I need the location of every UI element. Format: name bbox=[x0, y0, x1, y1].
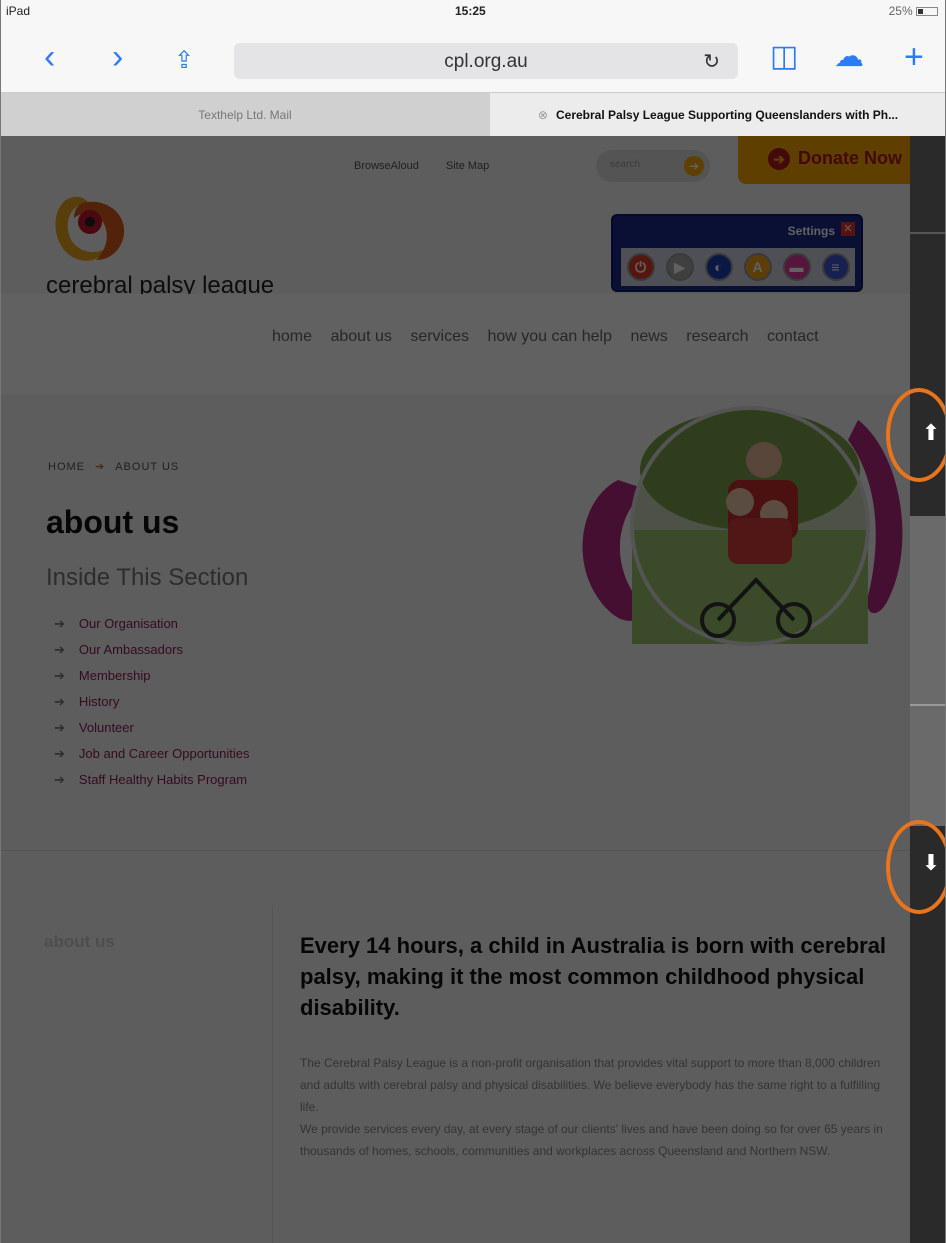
battery-icon bbox=[916, 7, 938, 16]
battery-indicator: 25% bbox=[889, 4, 938, 18]
submenu-label: Our Organisation bbox=[78, 616, 178, 631]
panel-separator bbox=[910, 704, 946, 706]
panel-separator bbox=[910, 232, 946, 234]
breadcrumb-arrow-icon: ➔ bbox=[95, 461, 106, 473]
search-go-icon[interactable]: ➔ bbox=[684, 156, 704, 176]
arrow-icon: ➔ bbox=[54, 616, 65, 631]
tab-label: Texthelp Ltd. Mail bbox=[198, 108, 292, 122]
site-map-link[interactable]: Site Map bbox=[446, 160, 489, 172]
text-size-icon[interactable]: A bbox=[743, 253, 772, 281]
submenu-item[interactable]: ➔ Job and Career Opportunities bbox=[54, 746, 249, 772]
submenu-item[interactable]: ➔ History bbox=[54, 694, 249, 720]
settings-label[interactable]: Settings bbox=[788, 224, 835, 238]
donate-label: Donate Now bbox=[798, 148, 903, 168]
tab-cerebral-palsy-league[interactable]: ⊗ Cerebral Palsy League Supporting Queens… bbox=[490, 93, 946, 137]
new-tab-icon[interactable]: + bbox=[904, 40, 924, 74]
tab-label: Cerebral Palsy League Supporting Queensl… bbox=[555, 108, 899, 122]
cpl-logo-icon[interactable] bbox=[48, 190, 132, 270]
submenu-label: Membership bbox=[78, 668, 151, 683]
hero-family-photo bbox=[582, 406, 903, 646]
tab-texthelp-mail[interactable]: Texthelp Ltd. Mail bbox=[0, 93, 490, 137]
sidebar-section-label: about us bbox=[44, 932, 115, 951]
arrow-icon: ➔ bbox=[54, 694, 65, 709]
section-menu: ➔ Our Organisation ➔ Our Ambassadors ➔ Memb… bbox=[54, 616, 249, 798]
arrow-icon: ➔ bbox=[54, 746, 65, 761]
scroll-down-icon[interactable]: ⬇ bbox=[918, 850, 944, 876]
forward-icon[interactable]: › bbox=[112, 40, 123, 74]
submenu-item[interactable]: ➔ Our Organisation bbox=[54, 616, 249, 642]
device-label: iPad bbox=[6, 4, 31, 18]
arrow-icon: ➔ bbox=[54, 668, 65, 683]
nav-news[interactable]: news bbox=[630, 328, 667, 345]
power-icon[interactable]: ⏻ bbox=[626, 253, 655, 281]
utility-links: BrowseAloud Site Map bbox=[354, 160, 513, 172]
browsealoud-link[interactable]: BrowseAloud bbox=[354, 160, 419, 172]
intro-paragraph-1: The Cerebral Palsy League is a non-profi… bbox=[300, 1056, 881, 1114]
submenu-label: Job and Career Opportunities bbox=[78, 746, 250, 761]
submenu-label: Staff Healthy Habits Program bbox=[78, 772, 248, 787]
reload-icon[interactable]: ↻ bbox=[703, 49, 720, 74]
section-heading: Inside This Section bbox=[46, 564, 249, 591]
address-bar[interactable]: cpl.org.au ↻ bbox=[234, 43, 738, 79]
donate-arrow-icon: ➔ bbox=[768, 148, 790, 170]
highlight-icon[interactable]: ▬ bbox=[782, 253, 811, 281]
browser-toolbar: ‹ › ⇪ cpl.org.au ↻ ◫ ☁ + bbox=[0, 22, 946, 92]
url-text: cpl.org.au bbox=[444, 51, 528, 72]
back-icon[interactable]: ‹ bbox=[44, 40, 55, 74]
arrow-icon: ➔ bbox=[54, 642, 65, 657]
nav-about-us[interactable]: about us bbox=[330, 328, 391, 345]
intro-headline: Every 14 hours, a child in Australia is … bbox=[300, 933, 887, 1020]
breadcrumb: HOME ➔ ABOUT US bbox=[48, 460, 179, 473]
status-bar: iPad 15:25 25% bbox=[0, 0, 946, 22]
breadcrumb-current: ABOUT US bbox=[115, 461, 180, 473]
cloud-tabs-icon[interactable]: ☁ bbox=[834, 40, 864, 74]
page-title: about us bbox=[46, 504, 180, 540]
submenu-item[interactable]: ➔ Membership bbox=[54, 668, 249, 694]
breadcrumb-home[interactable]: HOME bbox=[48, 461, 85, 473]
nav-how-you-can-help[interactable]: how you can help bbox=[487, 328, 612, 345]
submenu-label: Our Ambassadors bbox=[78, 642, 183, 657]
bookmarks-icon[interactable]: ◫ bbox=[770, 40, 798, 74]
submenu-item[interactable]: ➔ Volunteer bbox=[54, 720, 249, 746]
close-icon[interactable]: ✕ bbox=[841, 222, 855, 236]
menu-icon[interactable]: ≡ bbox=[821, 253, 850, 281]
scroll-control-panel bbox=[910, 136, 946, 1243]
browsealoud-toolbar: Settings ✕ ⏻ ▶ ◐ A ▬ ≡ bbox=[611, 214, 863, 292]
site-search-input[interactable]: search ➔ bbox=[596, 150, 710, 182]
arrow-icon: ➔ bbox=[54, 720, 65, 735]
nav-services[interactable]: services bbox=[410, 328, 469, 345]
battery-percent: 25% bbox=[888, 4, 913, 18]
nav-contact[interactable]: contact bbox=[767, 328, 819, 345]
submenu-label: Volunteer bbox=[78, 720, 134, 735]
intro-paragraph-2: We provide services every day, at every … bbox=[300, 1122, 883, 1158]
translate-icon[interactable]: ◐ bbox=[704, 253, 733, 281]
scroll-thumb[interactable] bbox=[910, 516, 946, 826]
submenu-item[interactable]: ➔ Staff Healthy Habits Program bbox=[54, 772, 249, 798]
tab-bar: Texthelp Ltd. Mail ⊗ Cerebral Palsy Leagu… bbox=[0, 92, 946, 137]
content-divider bbox=[0, 850, 910, 851]
arrow-icon: ➔ bbox=[54, 772, 65, 787]
donate-button[interactable]: ➔ Donate Now bbox=[738, 136, 938, 184]
column-divider bbox=[272, 906, 273, 1243]
web-page: BrowseAloud Site Map search ➔ ➔ Donate No… bbox=[0, 136, 946, 1243]
main-nav: home about us services how you can help … bbox=[0, 294, 946, 394]
share-icon[interactable]: ⇪ bbox=[174, 44, 194, 78]
submenu-item[interactable]: ➔ Our Ambassadors bbox=[54, 642, 249, 668]
close-tab-icon[interactable]: ⊗ bbox=[538, 108, 548, 122]
clock: 15:25 bbox=[455, 4, 486, 18]
browsealoud-buttons: ⏻ ▶ ◐ A ▬ ≡ bbox=[621, 248, 855, 286]
search-placeholder: search bbox=[610, 159, 641, 170]
submenu-label: History bbox=[78, 694, 120, 709]
nav-home[interactable]: home bbox=[272, 328, 312, 345]
scroll-up-icon[interactable]: ⬆ bbox=[918, 420, 944, 446]
play-icon[interactable]: ▶ bbox=[665, 253, 694, 281]
nav-research[interactable]: research bbox=[686, 328, 748, 345]
